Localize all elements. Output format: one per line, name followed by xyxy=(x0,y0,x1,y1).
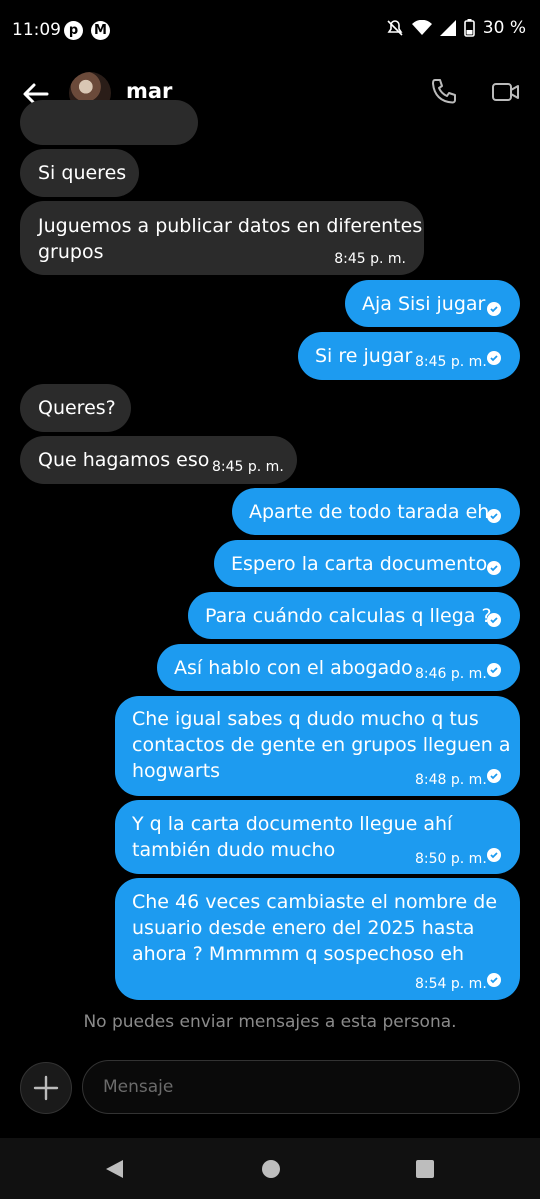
read-check-icon xyxy=(487,973,501,987)
message-text: Aparte de todo tarada eh xyxy=(249,501,490,523)
message-time: 8:45 p. m. xyxy=(334,251,406,267)
read-check-icon xyxy=(487,663,501,677)
phone-call-icon[interactable] xyxy=(428,76,460,108)
status-time: 11:09 xyxy=(12,20,61,40)
read-check-icon xyxy=(487,351,501,365)
message-text: Que hagamos eso xyxy=(38,449,210,471)
read-check-icon xyxy=(487,561,501,575)
read-check-icon xyxy=(487,613,501,627)
cannot-message-notice: No puedes enviar mensajes a esta persona… xyxy=(83,1012,457,1032)
message-time: 8:46 p. m. xyxy=(415,666,487,682)
battery-level: 30 % xyxy=(482,18,526,38)
message-bubble-outgoing[interactable]: Si re jugar 8:45 p. m. xyxy=(298,332,520,380)
wifi-icon xyxy=(411,20,432,35)
signal-icon xyxy=(439,20,456,36)
home-nav-icon[interactable] xyxy=(260,1158,282,1180)
read-check-icon xyxy=(487,509,501,523)
message-time: 8:48 p. m. xyxy=(415,772,487,788)
back-nav-icon[interactable] xyxy=(103,1158,125,1180)
video-call-icon[interactable] xyxy=(490,76,522,108)
message-text: Queres? xyxy=(38,397,116,419)
message-text: Che 46 veces cambiaste el nombre de usua… xyxy=(132,891,498,965)
recents-nav-icon[interactable] xyxy=(414,1158,436,1180)
message-text: Espero la carta documento xyxy=(231,553,488,575)
message-bubble-incoming[interactable]: Que hagamos eso 8:45 p. m. xyxy=(20,436,297,484)
message-text: Aja Sisi jugar xyxy=(362,293,486,315)
mute-icon xyxy=(387,20,403,36)
message-text: Si queres xyxy=(38,162,127,184)
message-time: 8:45 p. m. xyxy=(415,354,487,370)
read-check-icon xyxy=(487,302,501,316)
message-bubble-outgoing[interactable]: Para cuándo calculas q llega ? xyxy=(188,592,520,639)
plus-icon xyxy=(33,1075,59,1101)
system-nav-bar xyxy=(0,1138,540,1199)
motorola-icon: M xyxy=(91,21,110,40)
status-indicators: 30 % xyxy=(386,18,526,38)
message-bubble-outgoing[interactable]: Che 46 veces cambiaste el nombre de usua… xyxy=(115,878,520,1000)
message-bubble-outgoing[interactable]: Aja Sisi jugar xyxy=(345,280,520,327)
message-bubble-incoming[interactable]: Juguemos a publicar datos en diferentes … xyxy=(20,201,424,275)
read-check-icon xyxy=(487,848,501,862)
battery-icon xyxy=(463,19,475,37)
pinterest-icon: p xyxy=(64,21,83,40)
read-check-icon xyxy=(487,769,501,783)
status-bar: 11:09 p M 30 % xyxy=(0,0,540,62)
message-bubble-outgoing[interactable]: Así hablo con el abogado 8:46 p. m. xyxy=(157,644,520,691)
message-bubble-incoming[interactable]: Si queres xyxy=(20,149,139,197)
add-attachment-button[interactable] xyxy=(20,1062,72,1114)
message-time: 8:45 p. m. xyxy=(212,459,284,475)
message-input[interactable] xyxy=(82,1060,520,1114)
message-text: Para cuándo calculas q llega ? xyxy=(205,605,492,627)
message-bubble-outgoing[interactable]: Y q la carta documento llegue ahí tambié… xyxy=(115,800,520,874)
message-bubble-outgoing[interactable]: Aparte de todo tarada eh xyxy=(232,488,520,535)
message-bubble-outgoing[interactable]: Che igual sabes q dudo mucho q tus conta… xyxy=(115,696,520,796)
message-bubble-outgoing[interactable]: Espero la carta documento xyxy=(214,540,520,587)
message-time: 8:54 p. m. xyxy=(415,976,487,992)
message-text: Si re jugar xyxy=(315,345,413,367)
message-time: 8:50 p. m. xyxy=(415,851,487,867)
message-text: Así hablo con el abogado xyxy=(174,657,413,679)
message-text: Y q la carta documento llegue ahí tambié… xyxy=(132,813,453,861)
message-bubble-partial[interactable] xyxy=(20,100,198,145)
message-bubble-incoming[interactable]: Queres? xyxy=(20,384,131,432)
